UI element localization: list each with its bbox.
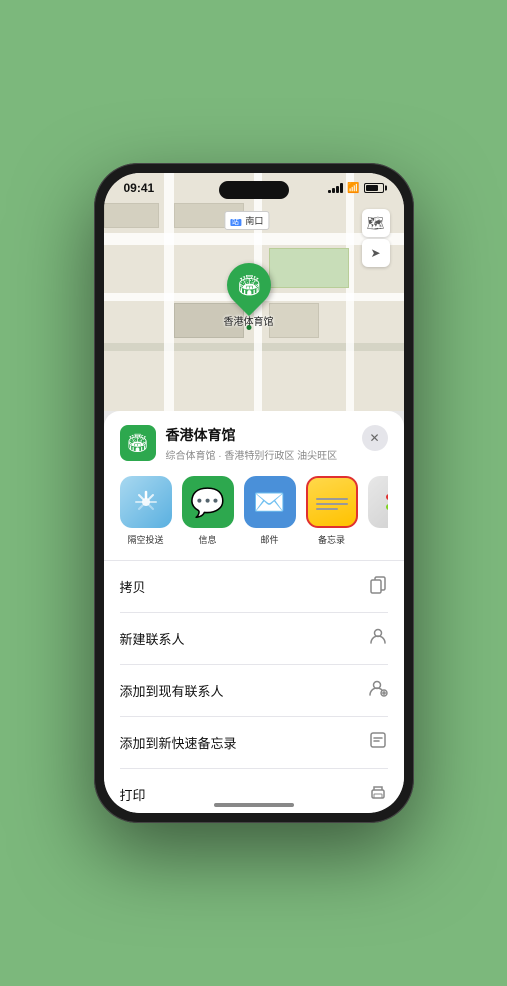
notes-label: 备忘录 (318, 533, 345, 546)
location-name: 香港体育馆 (166, 425, 338, 445)
map-area[interactable]: 站 南口 🏟 香港体育馆 🗺 ➤ (104, 173, 404, 411)
action-new-contact[interactable]: 新建联系人 (120, 613, 388, 665)
add-contact-icon (368, 678, 388, 703)
share-mail[interactable]: ✉️ 邮件 (244, 476, 296, 546)
wifi-icon: 📶 (347, 183, 359, 194)
share-row: 隔空投送 💬 信息 ✉️ 邮件 (120, 476, 388, 560)
phone-frame: 09:41 📶 (94, 163, 414, 823)
location-header: 🏟 香港体育馆 综合体育馆 · 香港特别行政区 油尖旺区 ✕ (120, 425, 388, 462)
share-airdrop[interactable]: 隔空投送 (120, 476, 172, 546)
location-info: 🏟 香港体育馆 综合体育馆 · 香港特别行政区 油尖旺区 (120, 425, 338, 462)
new-contact-label: 新建联系人 (120, 629, 185, 648)
add-existing-label: 添加到现有联系人 (120, 681, 224, 700)
share-more[interactable]: 推 (368, 476, 388, 546)
map-controls: 🗺 ➤ (362, 209, 390, 267)
battery-icon (364, 183, 384, 193)
status-time: 09:41 (124, 181, 155, 195)
share-messages[interactable]: 💬 信息 (182, 476, 234, 546)
share-notes[interactable]: 备忘录 (306, 476, 358, 546)
bottom-sheet: 🏟 香港体育馆 综合体育馆 · 香港特别行政区 油尖旺区 ✕ (104, 411, 404, 813)
location-venue-icon: 🏟 (120, 425, 156, 461)
close-button[interactable]: ✕ (362, 425, 388, 451)
messages-icon: 💬 (182, 476, 234, 528)
action-add-existing[interactable]: 添加到现有联系人 (120, 665, 388, 717)
copy-label: 拷贝 (120, 577, 146, 596)
new-contact-icon (368, 626, 388, 651)
action-copy[interactable]: 拷贝 (120, 561, 388, 613)
quick-note-icon (368, 730, 388, 755)
action-quick-note[interactable]: 添加到新快速备忘录 (120, 717, 388, 769)
stadium-icon: 🏟 (236, 273, 261, 298)
dynamic-island (219, 181, 289, 199)
signal-icon (328, 183, 343, 193)
print-icon (368, 782, 388, 807)
more-icon (368, 476, 388, 528)
mail-icon: ✉️ (244, 476, 296, 528)
messages-label: 信息 (198, 533, 216, 546)
map-south-entrance: 站 南口 (224, 211, 270, 230)
print-label: 打印 (120, 785, 146, 804)
home-indicator (214, 803, 294, 807)
quick-note-label: 添加到新快速备忘录 (120, 733, 237, 752)
airdrop-icon (120, 476, 172, 528)
map-type-button[interactable]: 🗺 (362, 209, 390, 237)
notes-icon (306, 476, 358, 528)
marker-pin: 🏟 (217, 254, 279, 316)
location-subtitle: 综合体育馆 · 香港特别行政区 油尖旺区 (166, 447, 338, 462)
location-button[interactable]: ➤ (362, 239, 390, 267)
copy-icon (368, 574, 388, 599)
marker-dot (246, 325, 251, 330)
phone-screen: 09:41 📶 (104, 173, 404, 813)
airdrop-label: 隔空投送 (127, 533, 163, 546)
stadium-marker[interactable]: 🏟 香港体育馆 (224, 263, 274, 328)
mail-label: 邮件 (260, 533, 278, 546)
location-text: 香港体育馆 综合体育馆 · 香港特别行政区 油尖旺区 (166, 425, 338, 462)
status-icons: 📶 (328, 183, 383, 194)
